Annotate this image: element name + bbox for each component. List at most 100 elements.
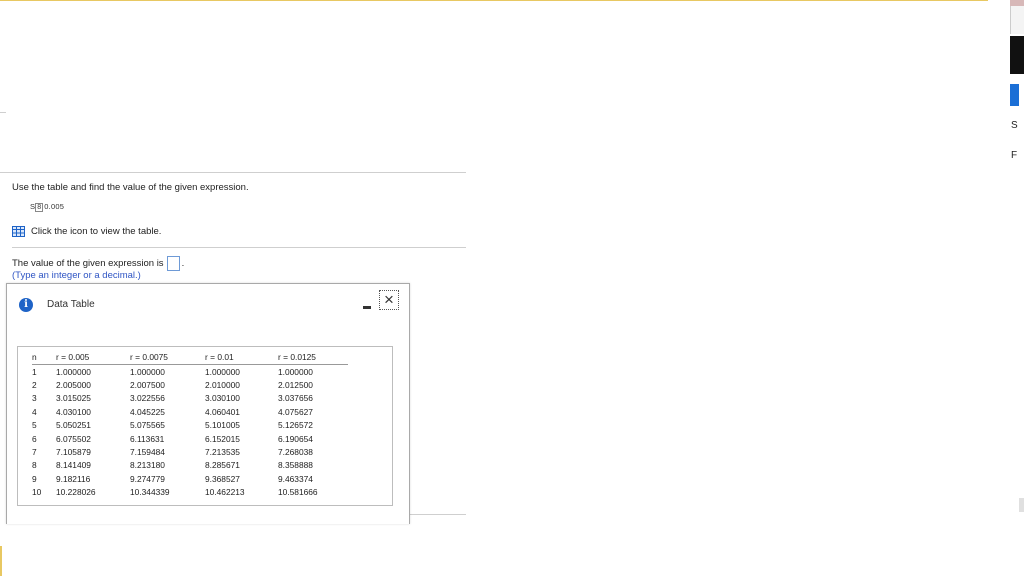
strip-scroll-mark xyxy=(1019,498,1024,512)
bottom-left-accent xyxy=(0,546,2,576)
question-bottom-divider xyxy=(408,514,466,515)
row-index-cell: 8 xyxy=(32,460,37,471)
minimize-button[interactable] xyxy=(363,306,371,309)
column-header-n: n xyxy=(32,351,56,365)
value-cell: 3.022556 xyxy=(130,393,165,404)
value-cell: 2.007500 xyxy=(130,380,165,391)
table-row: 3 3.015025 3.022556 3.030100 3.037656 xyxy=(32,392,348,405)
value-cell: 8.358888 xyxy=(278,460,313,471)
row-index-cell: 5 xyxy=(32,420,37,431)
left-divider-top xyxy=(0,112,6,113)
close-button[interactable]: × xyxy=(379,290,399,310)
column-header-r3: r = 0.01 xyxy=(205,351,278,365)
value-cell: 4.075627 xyxy=(278,406,313,417)
value-cell: 1.000000 xyxy=(205,366,240,377)
value-cell: 6.152015 xyxy=(205,433,240,444)
value-cell: 7.213535 xyxy=(205,447,240,458)
value-cell: 6.190654 xyxy=(278,433,313,444)
row-index-cell: 3 xyxy=(32,393,37,404)
value-cell: 3.030100 xyxy=(205,393,240,404)
table-row: 6 6.075502 6.113631 6.152015 6.190654 xyxy=(32,432,348,445)
answer-prefix: The value of the given expression is xyxy=(12,258,164,269)
table-header-row: n r = 0.005 r = 0.0075 r = 0.01 r = 0.01… xyxy=(32,351,348,365)
row-index-cell: 6 xyxy=(32,433,37,444)
value-cell: 10.462213 xyxy=(205,487,245,498)
column-header-r2: r = 0.0075 xyxy=(130,351,205,365)
data-table-frame: n r = 0.005 r = 0.0075 r = 0.01 r = 0.01… xyxy=(17,346,393,506)
expression-rate: 0.005 xyxy=(44,202,65,211)
value-cell: 5.101005 xyxy=(205,420,240,431)
value-cell: 6.113631 xyxy=(130,433,165,444)
value-cell: 8.285671 xyxy=(205,460,240,471)
column-header-r4: r = 0.0125 xyxy=(278,351,348,365)
value-cell: 4.060401 xyxy=(205,406,240,417)
view-table-link[interactable]: Click the icon to view the table. xyxy=(12,226,161,237)
given-expression: S 8 0.005 xyxy=(30,202,64,212)
strip-letter-f: F xyxy=(1011,150,1018,161)
dialog-title: Data Table xyxy=(47,299,95,310)
row-index-cell: 2 xyxy=(32,380,37,391)
value-cell: 5.050251 xyxy=(56,420,91,431)
expression-subscript: 8 xyxy=(35,203,44,212)
top-divider xyxy=(0,0,988,1)
question-top-divider xyxy=(0,172,466,173)
data-table-dialog: i Data Table × n r = 0.005 r = 0.0075 r … xyxy=(6,283,410,524)
value-cell: 7.159484 xyxy=(130,447,165,458)
value-cell: 5.075565 xyxy=(130,420,165,431)
value-cell: 3.037656 xyxy=(278,393,313,404)
value-cell: 10.344339 xyxy=(130,487,170,498)
row-index-cell: 1 xyxy=(32,366,37,377)
answer-input[interactable] xyxy=(166,256,180,271)
value-cell: 7.105879 xyxy=(56,447,91,458)
value-cell: 3.015025 xyxy=(56,393,91,404)
value-cell: 10.581666 xyxy=(278,487,318,498)
table-row: 5 5.050251 5.075565 5.101005 5.126572 xyxy=(32,419,348,432)
question-instruction: Use the table and find the value of the … xyxy=(12,182,249,193)
answer-line: The value of the given expression is . xyxy=(12,256,184,271)
value-cell: 1.000000 xyxy=(56,366,91,377)
answer-hint: (Type an integer or a decimal.) xyxy=(12,270,141,281)
table-row: 7 7.105879 7.159484 7.213535 7.268038 xyxy=(32,445,348,458)
row-index-cell: 4 xyxy=(32,406,37,417)
value-cell: 10.228026 xyxy=(56,487,96,498)
value-cell: 1.000000 xyxy=(278,366,313,377)
answer-suffix: . xyxy=(181,258,185,269)
value-cell: 2.005000 xyxy=(56,380,91,391)
info-icon: i xyxy=(19,298,33,312)
strip-light-block xyxy=(1010,6,1024,34)
table-row: 9 9.182116 9.274779 9.368527 9.463374 xyxy=(32,472,348,485)
dialog-header: i Data Table × xyxy=(7,284,409,322)
column-header-r1: r = 0.005 xyxy=(56,351,130,365)
value-cell: 4.030100 xyxy=(56,406,91,417)
table-row: 4 4.030100 4.045225 4.060401 4.075627 xyxy=(32,405,348,418)
table-row: 8 8.141409 8.213180 8.285671 8.358888 xyxy=(32,459,348,472)
row-index-cell: 10 xyxy=(32,487,42,498)
value-cell: 8.213180 xyxy=(130,460,165,471)
value-cell: 9.274779 xyxy=(130,473,165,484)
value-cell: 7.268038 xyxy=(278,447,313,458)
row-index-cell: 7 xyxy=(32,447,37,458)
strip-letter-s: S xyxy=(1011,120,1018,131)
value-cell: 9.182116 xyxy=(56,473,91,484)
table-row: 2 2.005000 2.007500 2.010000 2.012500 xyxy=(32,378,348,391)
row-index-cell: 9 xyxy=(32,473,37,484)
table-row: 1 1.000000 1.000000 1.000000 1.000000 xyxy=(32,365,348,379)
value-cell: 9.368527 xyxy=(205,473,240,484)
value-cell: 9.463374 xyxy=(278,473,313,484)
table-icon[interactable] xyxy=(12,226,25,237)
question-mid-divider xyxy=(12,247,466,248)
value-cell: 8.141409 xyxy=(56,460,91,471)
value-cell: 2.010000 xyxy=(205,380,240,391)
value-cell: 4.045225 xyxy=(130,406,165,417)
value-cell: 2.012500 xyxy=(278,380,313,391)
strip-blue-button[interactable] xyxy=(1010,84,1019,106)
adjacent-window-strip: S F xyxy=(1010,0,1024,576)
data-table: n r = 0.005 r = 0.0075 r = 0.01 r = 0.01… xyxy=(32,351,348,499)
strip-dark-block xyxy=(1010,36,1024,74)
view-table-label: Click the icon to view the table. xyxy=(31,226,162,237)
table-body: 1 1.000000 1.000000 1.000000 1.000000 2 2.0050… xyxy=(32,365,348,499)
table-row: 10 10.228026 10.344339 10.462213 10.581666 xyxy=(32,486,348,499)
value-cell: 6.075502 xyxy=(56,433,91,444)
value-cell: 1.000000 xyxy=(130,366,165,377)
value-cell: 5.126572 xyxy=(278,420,313,431)
